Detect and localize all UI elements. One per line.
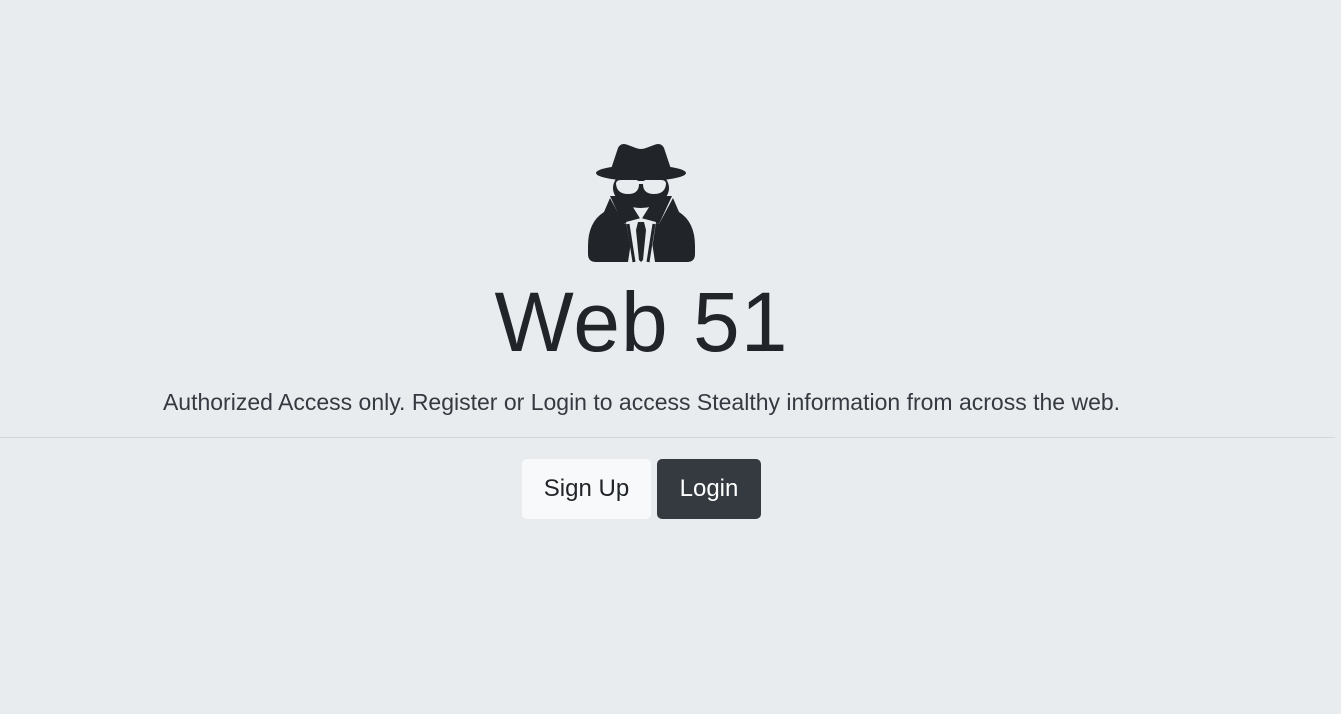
- jumbotron: Web 51 Authorized Access only. Register …: [0, 0, 1341, 714]
- sign-up-button[interactable]: Sign Up: [522, 459, 651, 519]
- login-button[interactable]: Login: [657, 459, 761, 519]
- divider: [0, 437, 1335, 438]
- user-secret-icon: [588, 142, 695, 264]
- page-title: Web 51: [494, 275, 789, 369]
- action-buttons: Sign Up Login: [522, 459, 761, 519]
- lead-text: Authorized Access only. Register or Logi…: [162, 389, 1121, 415]
